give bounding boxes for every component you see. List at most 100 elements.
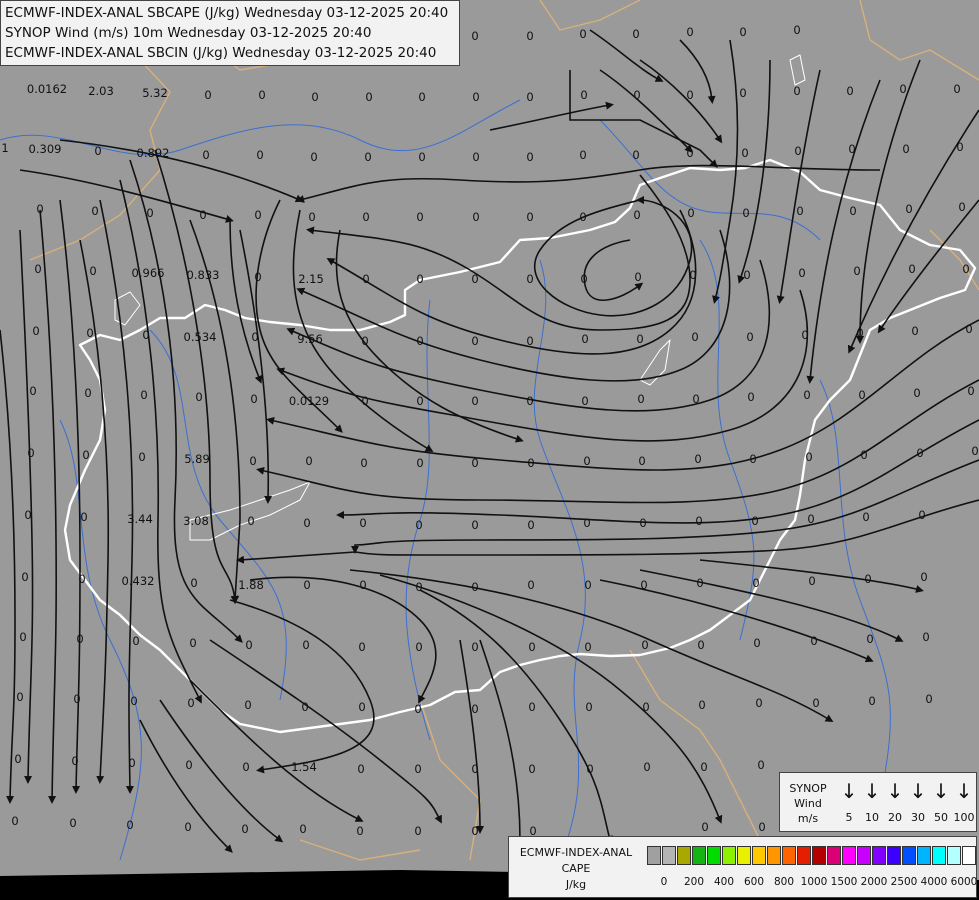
sbcin-value-label: 0 — [76, 632, 83, 646]
sbcin-value-label: 0 — [69, 816, 76, 830]
sbcin-value-label: 0 — [202, 148, 209, 162]
map-title-box: ECMWF-INDEX-ANAL SBCAPE (J/kg) Wednesday… — [0, 0, 460, 66]
sbcin-value-label: 0 — [700, 760, 707, 774]
sbcin-value-label: 0 — [579, 27, 586, 41]
sbcin-value-label: 0 — [356, 824, 363, 838]
sbcin-value-label: 0 — [741, 146, 748, 160]
sbcin-value-label: 0 — [527, 456, 534, 470]
sbcin-value-label: 0 — [361, 334, 368, 348]
sbcin-value-label: 0 — [636, 332, 643, 346]
sbcin-value-label: 0 — [471, 580, 478, 594]
sbcin-value-label: 0 — [739, 86, 746, 100]
cape-color-swatch — [797, 846, 811, 865]
sbcin-value-label: 0 — [911, 324, 918, 338]
sbcin-value-label: 0 — [902, 142, 909, 156]
down-arrow-icon: ↓ — [863, 779, 881, 803]
sbcin-value-label: 0 — [471, 762, 478, 776]
sbcin-value-label: 0 — [586, 762, 593, 776]
sbcin-value-label: 0 — [132, 634, 139, 648]
sbcin-value-label: 0 — [360, 456, 367, 470]
sbcin-value-label: 0 — [528, 762, 535, 776]
cape-color-swatch — [932, 846, 946, 865]
cape-tick-label: 800 — [773, 876, 795, 888]
sbcin-value-label: 5.89 — [184, 452, 210, 466]
sbcin-value-label: 0 — [94, 144, 101, 158]
sbcin-value-label: 0 — [362, 210, 369, 224]
wind-legend-label: SYNOP Wind m/s — [789, 782, 827, 825]
sbcin-value-label: 0 — [742, 206, 749, 220]
sbcin-value-label: 0 — [142, 328, 149, 342]
sbcin-value-label: 0 — [526, 334, 533, 348]
cape-color-swatch — [692, 846, 706, 865]
sbcin-value-label: 0 — [364, 150, 371, 164]
sbcin-value-label: 0 — [526, 150, 533, 164]
sbcin-value-label: 0 — [471, 702, 478, 716]
sbcin-value-label: 0 — [794, 144, 801, 158]
sbcin-value-label: 5.32 — [142, 86, 168, 100]
sbcin-value-label: 0 — [471, 640, 478, 654]
sbcin-value-label: 0 — [749, 452, 756, 466]
sbcin-value-label: 0 — [642, 700, 649, 714]
sbcin-value-label: 0 — [686, 88, 693, 102]
weather-map[interactable]: 0.01622.035.3200000000000000000000000010… — [0, 0, 979, 900]
sbcin-value-label: 0 — [130, 694, 137, 708]
sbcin-value-label: 0 — [86, 326, 93, 340]
sbcin-value-label: 0 — [418, 90, 425, 104]
sbcin-value-label: 0 — [922, 630, 929, 644]
sbcin-value-label: 0 — [528, 700, 535, 714]
sbcin-value-label: 0 — [71, 754, 78, 768]
sbcin-value-label: 0 — [29, 384, 36, 398]
sbcin-value-label: 0 — [743, 268, 750, 282]
sbcin-value-label: 0 — [580, 88, 587, 102]
sbcin-value-label: 0 — [414, 762, 421, 776]
cape-color-swatch — [902, 846, 916, 865]
sbcin-value-label: 0 — [528, 640, 535, 654]
sbcin-value-label: 0 — [583, 516, 590, 530]
sbcin-value-label: 0 — [641, 638, 648, 652]
sbcin-value-label: 0 — [84, 386, 91, 400]
sbcin-value-label: 0 — [190, 576, 197, 590]
cape-color-swatch — [722, 846, 736, 865]
cape-color-swatch — [812, 846, 826, 865]
sbcin-value-label: 0 — [310, 150, 317, 164]
sbcin-value-label: 0 — [128, 756, 135, 770]
sbcin-value-label: 0 — [471, 394, 478, 408]
sbcin-value-label: 0 — [639, 516, 646, 530]
cape-tick-label: 2500 — [890, 876, 918, 888]
sbcin-value-label: 0.0162 — [27, 82, 67, 96]
sbcin-value-label: 0 — [245, 638, 252, 652]
sbcin-value-label: 1.88 — [238, 578, 264, 592]
sbcin-value-label: 0 — [358, 700, 365, 714]
sbcin-value-label: 0 — [853, 264, 860, 278]
sbcin-value-label: 0 — [689, 268, 696, 282]
sbcin-value-label: 0 — [695, 514, 702, 528]
sbcin-value-label: 0 — [73, 692, 80, 706]
sbcin-value-label: 0 — [694, 452, 701, 466]
sbcin-value-label: 0 — [692, 392, 699, 406]
sbcin-value-label: 0 — [358, 640, 365, 654]
sbcin-value-label: 0 — [866, 632, 873, 646]
sbcin-value-label: 0 — [805, 450, 812, 464]
cape-tick-label: 2000 — [860, 876, 888, 888]
sbcin-value-label: 0 — [187, 696, 194, 710]
cape-color-swatch — [827, 846, 841, 865]
sbcin-value-label: 0 — [526, 272, 533, 286]
sbcin-value-label: 0 — [793, 23, 800, 37]
sbcin-value-label: 0 — [585, 700, 592, 714]
sbcin-value-label: 0 — [195, 390, 202, 404]
sbcin-value-label: 0 — [527, 518, 534, 532]
cape-tick-label: 6000 — [950, 876, 978, 888]
sbcin-value-label: 0 — [361, 394, 368, 408]
sbcin-value-label: 0 — [146, 206, 153, 220]
sbcin-value-label: 0 — [584, 640, 591, 654]
title-sbcin: ECMWF-INDEX-ANAL SBCIN (J/kg) Wednesday … — [5, 45, 437, 61]
sbcin-value-label: 2.15 — [298, 272, 324, 286]
sbcin-value-label: 0 — [752, 576, 759, 590]
sbcin-value-label: 0 — [583, 454, 590, 468]
sbcin-value-label: 0 — [580, 272, 587, 286]
sbcin-value-label: 0 — [32, 324, 39, 338]
sbcin-value-label: 0 — [920, 570, 927, 584]
sbcin-value-label: 0 — [581, 332, 588, 346]
sbcin-value-label: 0 — [848, 142, 855, 156]
sbcin-value-label: 0 — [808, 574, 815, 588]
